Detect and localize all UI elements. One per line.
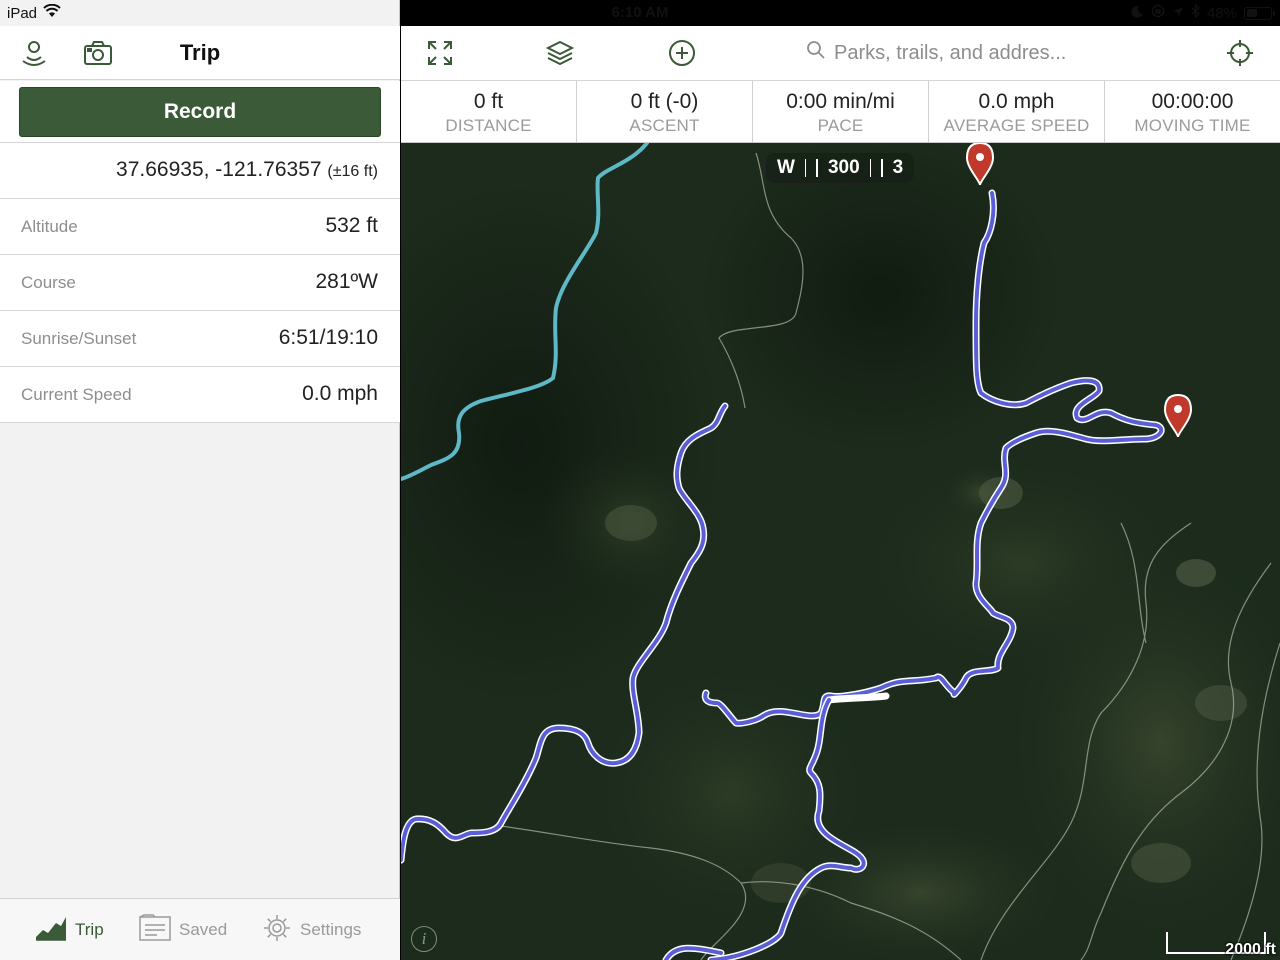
search-field[interactable]: Parks, trails, and addres...	[806, 40, 1066, 66]
page-title: Trip	[179, 40, 221, 65]
stat-value: 0 ft	[473, 90, 504, 113]
map-canvas	[401, 143, 1280, 960]
locate-icon[interactable]	[1225, 38, 1255, 68]
stat-value: 0.0 mph	[978, 90, 1055, 113]
status-bar: iPad 6:10 AM 48%	[0, 0, 1280, 26]
compass-heading-letter: W	[777, 157, 795, 178]
battery-icon	[1244, 6, 1275, 20]
stat-label: PACE	[817, 116, 864, 135]
orientation-lock-icon	[1151, 4, 1165, 22]
compass-next: 3	[892, 157, 904, 178]
battery-percent: 48%	[1206, 4, 1237, 22]
tab-label: Settings	[300, 920, 362, 939]
record-button[interactable]: Record	[19, 87, 381, 137]
compass-degrees: 300	[827, 157, 860, 178]
info-row-course: Course 281ºW	[0, 255, 400, 311]
coordinates-row: 37.66935, -121.76357 (±16 ft)	[0, 143, 400, 199]
fullscreen-icon[interactable]	[425, 38, 455, 68]
document-icon	[139, 913, 171, 947]
stat-value: 0:00 min/mi	[786, 90, 895, 113]
sidebar-header: Trip	[0, 26, 400, 80]
tab-saved[interactable]: Saved	[139, 913, 228, 947]
compass-tick	[869, 159, 872, 177]
stat-distance: 0 ft DISTANCE	[401, 81, 577, 142]
map-toolbar: Parks, trails, and addres...	[401, 26, 1280, 81]
info-value: 0.0 mph	[302, 382, 378, 405]
tab-trip[interactable]: Trip	[35, 915, 104, 945]
trip-stats-bar: 0 ft DISTANCE 0 ft (-0) ASCENT 0:00 min/…	[401, 81, 1280, 143]
battery-fill	[1246, 9, 1258, 17]
stat-label: MOVING TIME	[1134, 116, 1251, 135]
record-section: Record	[0, 81, 400, 143]
info-row-sunrise-sunset: Sunrise/Sunset 6:51/19:10	[0, 311, 400, 367]
info-label: Sunrise/Sunset	[21, 329, 137, 348]
status-time: 6:10 AM	[611, 4, 669, 21]
satellite-map[interactable]: W 300 3 i 2000 ft	[401, 143, 1280, 960]
tab-bar: Trip Saved Settings	[0, 898, 400, 960]
info-label: Course	[21, 273, 76, 292]
tab-label: Saved	[179, 920, 228, 939]
info-row-altitude: Altitude 532 ft	[0, 199, 400, 255]
map-scale-label: 2000 ft	[1225, 941, 1276, 958]
info-value: 281ºW	[315, 270, 378, 293]
stat-value: 0 ft (-0)	[630, 90, 699, 113]
sidebar: Trip Record 37.66935, -121.76357 (±16 ft…	[0, 0, 400, 960]
layers-icon[interactable]	[545, 38, 575, 68]
map-panel: Parks, trails, and addres... 0 ft DISTAN…	[401, 0, 1280, 960]
compass-tick	[804, 159, 807, 177]
add-icon[interactable]	[667, 38, 697, 68]
bluetooth-icon	[1191, 3, 1200, 22]
info-row-current-speed: Current Speed 0.0 mph	[0, 367, 400, 423]
moon-icon	[1131, 5, 1144, 22]
tab-settings[interactable]: Settings	[262, 913, 362, 948]
location-arrow-icon	[1172, 5, 1184, 22]
info-value: 6:51/19:10	[278, 326, 378, 349]
stat-moving-time: 00:00:00 MOVING TIME	[1105, 81, 1280, 142]
accuracy-value: (±16 ft)	[327, 163, 378, 180]
info-label: Current Speed	[21, 385, 132, 404]
map-info-button[interactable]: i	[411, 926, 437, 952]
tab-label: Trip	[75, 920, 104, 939]
stat-label: ASCENT	[629, 116, 700, 135]
compass-tick	[816, 159, 818, 177]
stat-label: AVERAGE SPEED	[943, 116, 1090, 135]
info-label: Altitude	[21, 217, 78, 236]
info-value: 532 ft	[325, 214, 378, 237]
stat-value: 00:00:00	[1151, 90, 1234, 113]
compass-tick	[881, 159, 883, 177]
coordinates-value: 37.66935, -121.76357	[116, 158, 322, 181]
search-icon	[806, 40, 826, 66]
stat-average-speed: 0.0 mph AVERAGE SPEED	[929, 81, 1105, 142]
stat-ascent: 0 ft (-0) ASCENT	[577, 81, 753, 142]
search-placeholder: Parks, trails, and addres...	[834, 41, 1067, 64]
stat-pace: 0:00 min/mi PACE	[753, 81, 929, 142]
stat-label: DISTANCE	[445, 116, 532, 135]
gear-icon	[262, 913, 292, 948]
compass-heading: W 300 3	[766, 153, 914, 183]
chart-icon	[35, 915, 67, 946]
